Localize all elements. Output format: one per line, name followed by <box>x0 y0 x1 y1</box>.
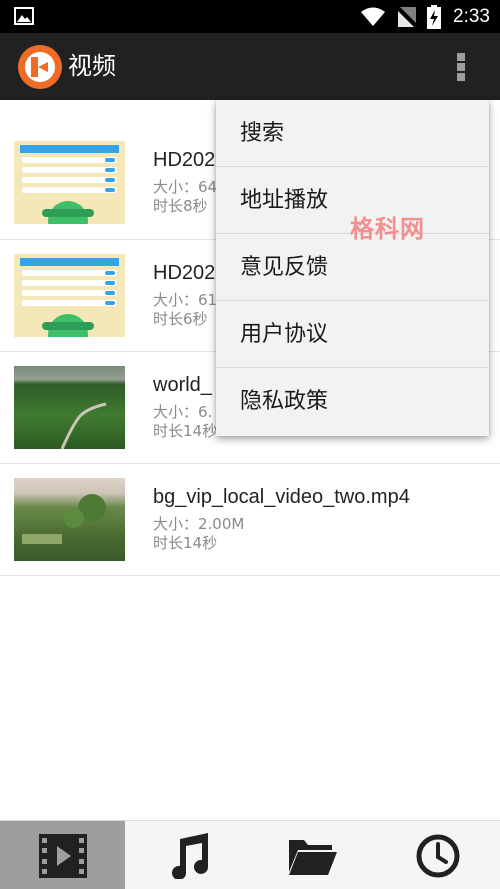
folder-open-icon <box>288 839 337 875</box>
menu-item-privacy-policy[interactable]: 隐私政策 <box>216 368 489 435</box>
more-vert-icon[interactable] <box>450 49 472 85</box>
battery-charging-icon <box>427 4 442 29</box>
video-duration: 时长14秒 <box>153 422 218 440</box>
video-thumbnail <box>14 366 125 449</box>
video-size: 大小：2.00M <box>153 515 245 533</box>
video-thumbnail <box>14 478 125 561</box>
tab-folder[interactable] <box>250 821 375 889</box>
no-sim-icon <box>396 6 417 27</box>
video-name: world_ <box>153 374 212 396</box>
image-icon <box>14 7 34 25</box>
tab-video[interactable] <box>0 821 125 889</box>
tab-history[interactable] <box>375 821 500 889</box>
music-note-icon <box>171 832 208 879</box>
video-name: bg_vip_local_video_two.mp4 <box>153 486 410 508</box>
video-film-icon <box>38 833 87 878</box>
status-time: 2:33 <box>453 5 490 27</box>
page-title: 视频 <box>68 52 116 80</box>
video-name: HD202 <box>153 149 216 171</box>
status-bar: 2:33 <box>0 0 500 33</box>
video-duration: 时长14秒 <box>153 534 218 552</box>
video-name: HD202 <box>153 262 216 284</box>
video-duration: 时长8秒 <box>153 197 208 215</box>
menu-item-feedback[interactable]: 意见反馈 <box>216 234 489 301</box>
overflow-menu: 搜索 地址播放 意见反馈 用户协议 隐私政策 <box>216 100 489 436</box>
bottom-nav <box>0 820 500 889</box>
clock-history-icon <box>416 834 459 877</box>
app-toolbar: 视频 <box>0 33 500 100</box>
video-size: 大小：61 <box>153 291 218 309</box>
app-logo-icon <box>18 45 62 89</box>
menu-item-user-agreement[interactable]: 用户协议 <box>216 301 489 368</box>
list-item[interactable]: bg_vip_local_video_two.mp4 大小：2.00M 时长14… <box>0 464 500 576</box>
menu-item-search[interactable]: 搜索 <box>216 100 489 167</box>
wifi-icon <box>361 7 386 26</box>
tab-music[interactable] <box>125 821 250 889</box>
video-thumbnail <box>14 254 125 337</box>
video-thumbnail <box>14 141 125 224</box>
watermark: 格科网 <box>350 215 425 243</box>
video-size: 大小：64 <box>153 178 218 196</box>
video-duration: 时长6秒 <box>153 310 208 328</box>
video-size: 大小：6. <box>153 403 213 421</box>
